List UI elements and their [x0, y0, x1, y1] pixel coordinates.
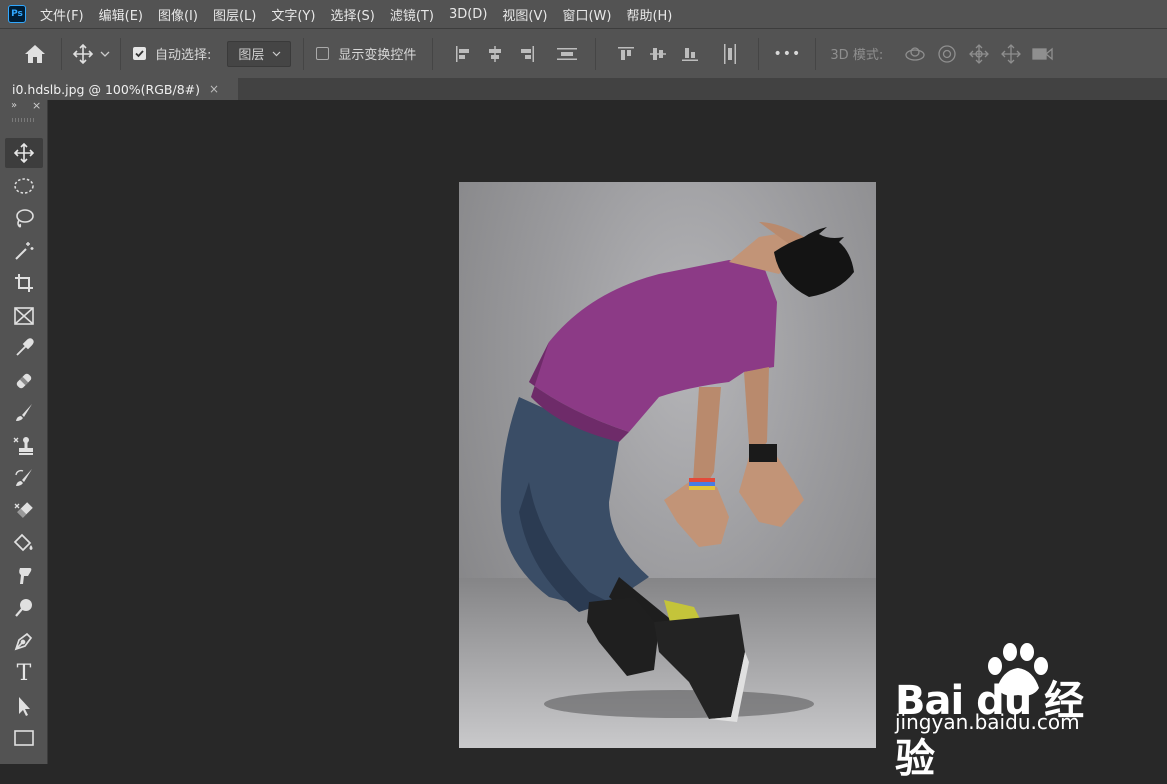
divider — [432, 37, 434, 70]
dropdown-value: 图层 — [238, 48, 265, 63]
photoshop-logo: Ps — [8, 5, 26, 23]
collapse-panel-icon[interactable]: » — [11, 100, 17, 111]
show-transform-controls-label: 显示变换控件 — [338, 48, 417, 63]
home-icon[interactable] — [17, 44, 53, 64]
auto-select-target-dropdown[interactable]: 图层 — [227, 40, 292, 67]
divider — [595, 37, 597, 70]
tools-panel-header: » × — [0, 99, 47, 114]
move-tool-icon[interactable] — [70, 43, 96, 65]
eyedropper-icon[interactable] — [5, 333, 43, 363]
pen-icon[interactable] — [5, 626, 43, 656]
history-brush-icon[interactable] — [5, 463, 43, 493]
healing-brush-icon[interactable] — [5, 366, 43, 396]
crop-icon[interactable] — [5, 268, 43, 298]
type-tool-icon[interactable]: T — [5, 658, 43, 688]
dodge-icon[interactable] — [5, 593, 43, 623]
chevron-down-icon — [272, 46, 281, 61]
brush-icon[interactable] — [5, 398, 43, 428]
align-bottom-edges-icon[interactable] — [674, 45, 706, 63]
menu-layer[interactable]: 图层(L) — [213, 5, 256, 24]
lasso-icon[interactable] — [5, 203, 43, 233]
document-tab[interactable]: i0.hdslb.jpg @ 100%(RGB/8#) × — [0, 78, 238, 100]
align-top-edges-icon[interactable] — [610, 45, 642, 63]
menu-help[interactable]: 帮助(H) — [626, 5, 672, 24]
menu-filter[interactable]: 滤镜(T) — [390, 5, 434, 24]
divider — [303, 37, 305, 70]
close-panel-icon[interactable]: × — [32, 99, 41, 112]
align-right-edges-icon[interactable] — [511, 45, 543, 63]
menu-file[interactable]: 文件(F) — [40, 5, 84, 24]
menu-select[interactable]: 选择(S) — [330, 5, 374, 24]
3d-mode-label: 3D 模式: — [830, 48, 884, 63]
3d-orbit-icon[interactable] — [899, 44, 931, 64]
distribute-horizontal-icon[interactable] — [710, 43, 750, 65]
align-horizontal-centers-icon[interactable] — [479, 45, 511, 63]
document-tab-strip: i0.hdslb.jpg @ 100%(RGB/8#) × — [0, 78, 1167, 100]
3d-roll-icon[interactable] — [931, 43, 963, 65]
show-transform-controls-checkbox[interactable] — [316, 47, 330, 60]
panel-grip[interactable] — [12, 118, 36, 122]
tools-panel: » × T — [0, 99, 48, 764]
divider — [120, 37, 121, 70]
baidu-jingyan-watermark: Bai du 经验 jingyan.baidu.com — [895, 640, 1105, 782]
menu-3d[interactable]: 3D(D) — [449, 7, 487, 22]
rectangle-icon[interactable] — [5, 723, 43, 753]
menu-window[interactable]: 窗口(W) — [562, 5, 611, 24]
magic-wand-icon[interactable] — [5, 236, 43, 266]
elliptical-marquee-icon[interactable] — [5, 171, 43, 201]
document-tab-title: i0.hdslb.jpg @ 100%(RGB/8#) — [12, 81, 201, 97]
smudge-icon[interactable] — [5, 561, 43, 591]
path-selection-icon[interactable] — [5, 691, 43, 721]
3d-slide-icon[interactable] — [995, 43, 1027, 65]
3d-pan-icon[interactable] — [963, 43, 995, 65]
auto-select-label: 自动选择: — [155, 48, 212, 63]
clone-stamp-icon[interactable] — [5, 431, 43, 461]
close-icon[interactable]: × — [209, 82, 219, 96]
divider — [61, 37, 62, 70]
menu-type[interactable]: 文字(Y) — [271, 5, 315, 24]
distribute-vertical-icon[interactable] — [547, 45, 587, 63]
3d-scale-camera-icon[interactable] — [1027, 45, 1059, 63]
auto-select-checkbox[interactable] — [133, 47, 146, 60]
document-canvas[interactable] — [459, 182, 876, 748]
menu-view[interactable]: 视图(V) — [502, 5, 547, 24]
options-bar: 自动选择: 图层 显示变换控件 ••• 3D 模式: — [0, 28, 1167, 78]
align-vertical-centers-icon[interactable] — [642, 45, 674, 63]
move-tool-icon[interactable] — [5, 138, 43, 168]
watermark-url: jingyan.baidu.com — [895, 710, 1080, 734]
divider — [758, 37, 760, 70]
paint-bucket-icon[interactable] — [5, 528, 43, 558]
menu-bar: Ps 文件(F) 编辑(E) 图像(I) 图层(L) 文字(Y) 选择(S) 滤… — [0, 0, 1167, 28]
align-left-edges-icon[interactable] — [447, 45, 479, 63]
frame-icon[interactable] — [5, 301, 43, 331]
dancer-photo — [500, 222, 854, 722]
more-options-button[interactable]: ••• — [767, 46, 807, 62]
eraser-icon[interactable] — [5, 496, 43, 526]
menu-edit[interactable]: 编辑(E) — [99, 5, 143, 24]
tool-preset-chevron-down-icon[interactable] — [98, 51, 112, 57]
menu-image[interactable]: 图像(I) — [158, 5, 198, 24]
divider — [815, 37, 817, 70]
